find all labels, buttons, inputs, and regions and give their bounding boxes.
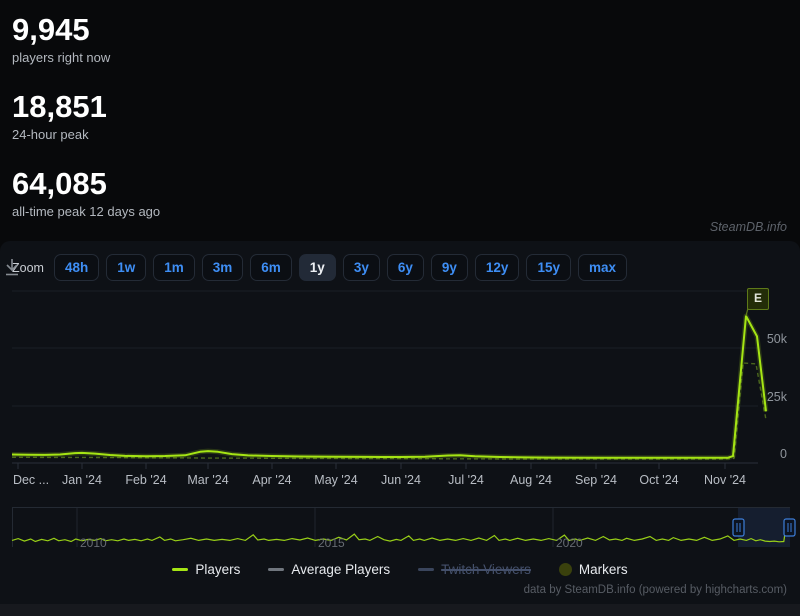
series-line-icon	[172, 568, 188, 571]
stat-current-players: 9,945 players right now	[12, 12, 160, 66]
range-button-12y[interactable]: 12y	[475, 254, 520, 281]
legend-item-players[interactable]: Players	[172, 562, 240, 577]
navigator-handle-right[interactable]	[784, 519, 795, 536]
y-axis-label-25k: 25k	[767, 390, 787, 404]
stat-alltime-peak: 64,085 all-time peak 12 days ago	[12, 166, 160, 220]
legend-label: Twitch Viewers	[441, 562, 531, 577]
x-axis-label-6: Jun '24	[381, 473, 421, 487]
x-axis-label-4: Apr '24	[252, 473, 291, 487]
legend-item-average-players[interactable]: Average Players	[268, 562, 390, 577]
legend-label: Players	[195, 562, 240, 577]
range-button-max[interactable]: max	[578, 254, 627, 281]
navigator-year-2015: 2015	[318, 536, 345, 550]
legend-label: Markers	[579, 562, 628, 577]
y-axis-label-50k: 50k	[767, 332, 787, 346]
range-button-1m[interactable]: 1m	[153, 254, 195, 281]
x-axis-label-11: Nov '24	[704, 473, 746, 487]
footer-strip	[0, 604, 800, 616]
steamdb-chart-widget: 9,945 players right now 18,851 24-hour p…	[0, 0, 800, 616]
range-button-1y[interactable]: 1y	[299, 254, 336, 281]
range-button-6m[interactable]: 6m	[250, 254, 292, 281]
current-players-value: 9,945	[12, 12, 160, 48]
navigator-year-2020: 2020	[556, 536, 583, 550]
steamdb-watermark: SteamDB.info	[710, 220, 787, 234]
series-line-icon	[418, 568, 434, 571]
stats-section: 9,945 players right now 18,851 24-hour p…	[12, 12, 160, 243]
y-axis-label-0: 0	[780, 447, 787, 461]
legend-item-markers[interactable]: Markers	[559, 562, 628, 577]
x-axis-label-7: Jul '24	[448, 473, 484, 487]
x-axis-label-10: Oct '24	[639, 473, 678, 487]
24h-peak-label: 24-hour peak	[12, 127, 160, 143]
x-axis-label-0: Dec ...	[13, 473, 49, 487]
legend-item-twitch-viewers[interactable]: Twitch Viewers	[418, 562, 531, 577]
stat-24h-peak: 18,851 24-hour peak	[12, 89, 160, 143]
x-axis-label-1: Jan '24	[62, 473, 102, 487]
range-button-9y[interactable]: 9y	[431, 254, 468, 281]
chart-panel	[0, 241, 800, 604]
x-axis-label-2: Feb '24	[125, 473, 166, 487]
range-button-3y[interactable]: 3y	[343, 254, 380, 281]
x-axis-label-3: Mar '24	[187, 473, 228, 487]
credit-text: data by SteamDB.info (powered by highcha…	[524, 584, 787, 596]
range-button-48h[interactable]: 48h	[54, 254, 99, 281]
range-buttons: 48h 1w 1m 3m6m 1y 3y 6y 9y 12y15y max	[54, 254, 627, 281]
chart-legend: Players Average Players Twitch Viewers Mark…	[0, 562, 800, 577]
marker-circle-icon	[559, 563, 572, 576]
alltime-peak-label: all-time peak 12 days ago	[12, 204, 160, 220]
legend-label: Average Players	[291, 562, 390, 577]
navigator-year-2010: 2010	[80, 536, 107, 550]
zoom-toolbar: Zoom 48h1w1m3m6m1y3y6y9y12y15ymax	[12, 254, 627, 281]
event-flag[interactable]: E	[747, 288, 769, 310]
x-axis-label-9: Sep '24	[575, 473, 617, 487]
x-axis-label-5: May '24	[314, 473, 357, 487]
x-axis-label-8: Aug '24	[510, 473, 552, 487]
range-button-6y[interactable]: 6y	[387, 254, 424, 281]
24h-peak-value: 18,851	[12, 89, 160, 125]
range-button-1w[interactable]: 1w	[106, 254, 146, 281]
alltime-peak-value: 64,085	[12, 166, 160, 202]
range-button-15y[interactable]: 15y	[526, 254, 571, 281]
range-button-3m[interactable]: 3m	[202, 254, 244, 281]
navigator-handle-left[interactable]	[733, 519, 744, 536]
series-line-icon	[268, 568, 284, 571]
current-players-label: players right now	[12, 50, 160, 66]
download-icon[interactable]	[0, 256, 24, 280]
